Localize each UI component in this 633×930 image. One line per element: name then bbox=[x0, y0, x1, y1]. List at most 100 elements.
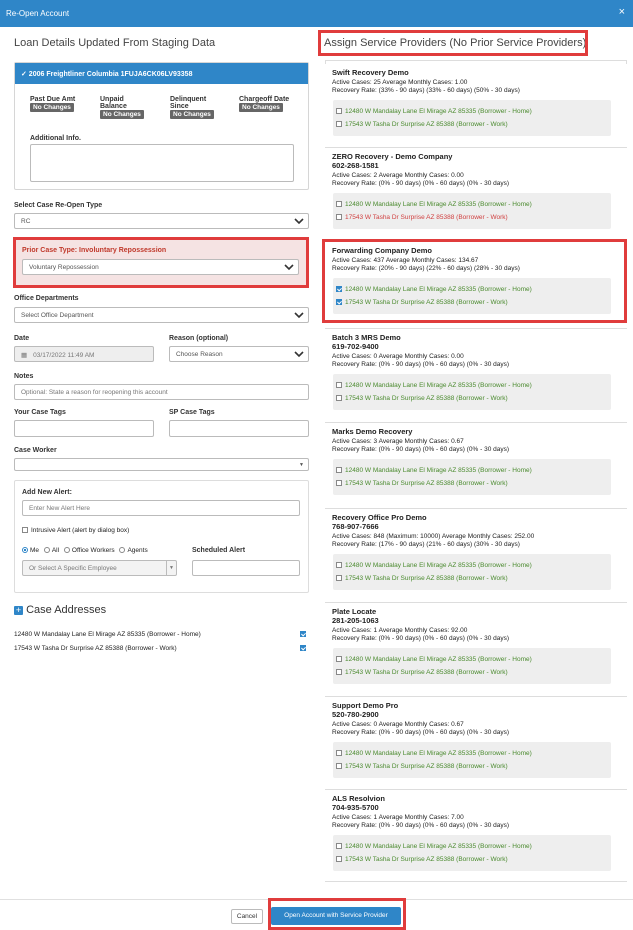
provider-card: Swift Recovery Demo Active Cases: 25 Aver… bbox=[325, 64, 627, 148]
address-checkbox[interactable] bbox=[336, 656, 342, 663]
address-checkbox[interactable] bbox=[336, 843, 342, 850]
provider-address-option[interactable]: 12480 W Mandalay Lane El Mirage AZ 85335… bbox=[333, 198, 611, 211]
intrusive-checkbox[interactable] bbox=[22, 527, 28, 534]
provider-address-option[interactable]: 12480 W Mandalay Lane El Mirage AZ 85335… bbox=[333, 559, 611, 572]
add-alert-label: Add New Alert: bbox=[22, 489, 72, 496]
provider-recovery-rate: Recovery Rate: (0% - 90 days) (0% - 60 d… bbox=[332, 729, 510, 736]
address-checkbox[interactable] bbox=[336, 480, 342, 487]
provider-address-box: 12480 W Mandalay Lane El Mirage AZ 85335… bbox=[333, 100, 611, 136]
reason-select[interactable]: Choose Reason bbox=[169, 346, 309, 362]
case-addresses-heading[interactable]: + Case Addresses bbox=[14, 604, 106, 616]
prior-case-label: Prior Case Type: Involuntary Repossessio… bbox=[22, 247, 167, 254]
additional-info-label: Additional Info. bbox=[30, 135, 81, 142]
case-address-checkbox[interactable] bbox=[300, 631, 306, 637]
provider-card: Recovery Office Pro Demo 768-907-7666 Acti… bbox=[325, 509, 627, 603]
case-worker-select[interactable]: ▼ bbox=[14, 458, 309, 471]
provider-card: Plate Locate 281-205-1063 Active Cases: 1 … bbox=[325, 603, 627, 697]
close-icon[interactable]: × bbox=[619, 6, 625, 18]
office-department-select[interactable]: Select Office Department bbox=[14, 307, 309, 323]
provider-address-box: 12480 W Mandalay Lane El Mirage AZ 85335… bbox=[333, 374, 611, 410]
scheduled-alert-input[interactable] bbox=[192, 560, 300, 576]
provider-card: ALS Resolvion 704-935-5700 Active Cases: 1… bbox=[325, 790, 627, 882]
provider-active-cases: Active Cases: 1 Average Monthly Cases: 9… bbox=[332, 627, 468, 634]
provider-name: Recovery Office Pro Demo bbox=[332, 513, 427, 522]
provider-card: Support Demo Pro 520-780-2900 Active Cases… bbox=[325, 697, 627, 790]
provider-phone: 619-702-9400 bbox=[332, 342, 379, 351]
chargeoff-date-value: No Changes bbox=[239, 103, 283, 112]
provider-recovery-rate: Recovery Rate: (0% - 90 days) (0% - 60 d… bbox=[332, 446, 510, 453]
radio-me[interactable]: Me bbox=[22, 547, 39, 554]
provider-address-option[interactable]: 17543 W Tasha Dr Surprise AZ 85388 (Borr… bbox=[333, 760, 611, 773]
address-checkbox[interactable] bbox=[336, 562, 342, 569]
address-checkbox[interactable] bbox=[336, 856, 342, 863]
radio-office-workers[interactable]: Office Workers bbox=[63, 547, 115, 554]
provider-recovery-rate: Recovery Rate: (0% - 90 days) (0% - 60 d… bbox=[332, 822, 510, 829]
additional-info-textarea[interactable] bbox=[30, 144, 294, 182]
provider-address-box: 12480 W Mandalay Lane El Mirage AZ 85335… bbox=[333, 742, 611, 778]
sp-case-tags-input[interactable] bbox=[169, 420, 309, 437]
notes-input[interactable]: Optional: State a reason for reopening t… bbox=[14, 384, 309, 400]
radio-all[interactable]: All bbox=[43, 547, 59, 554]
radio-dot-icon bbox=[22, 547, 28, 554]
provider-phone: 768-907-7666 bbox=[332, 522, 379, 531]
address-checkbox[interactable] bbox=[336, 214, 342, 221]
provider-address-option[interactable]: 17543 W Tasha Dr Surprise AZ 85388 (Borr… bbox=[333, 211, 611, 224]
address-checkbox[interactable] bbox=[336, 395, 342, 402]
radio-agents[interactable]: Agents bbox=[119, 547, 148, 554]
provider-active-cases: Active Cases: 1 Average Monthly Cases: 7… bbox=[332, 814, 464, 821]
provider-active-cases: Active Cases: 3 Average Monthly Cases: 0… bbox=[332, 438, 464, 445]
address-checkbox[interactable] bbox=[336, 750, 342, 757]
provider-address-option[interactable]: 17543 W Tasha Dr Surprise AZ 85388 (Borr… bbox=[333, 572, 611, 585]
dialog-titlebar: Re-Open Account × bbox=[0, 0, 633, 27]
calendar-icon: ▦ bbox=[21, 352, 28, 359]
case-address-checkbox[interactable] bbox=[300, 645, 306, 651]
provider-address-option[interactable]: 17543 W Tasha Dr Surprise AZ 85388 (Borr… bbox=[333, 666, 611, 679]
provider-address-option[interactable]: 17543 W Tasha Dr Surprise AZ 85388 (Borr… bbox=[333, 392, 611, 405]
chevron-down-icon bbox=[294, 312, 304, 319]
provider-address-option[interactable]: 12480 W Mandalay Lane El Mirage AZ 85335… bbox=[333, 379, 611, 392]
provider-recovery-rate: Recovery Rate: (0% - 90 days) (0% - 60 d… bbox=[332, 635, 510, 642]
notes-label: Notes bbox=[14, 373, 34, 380]
address-checkbox[interactable] bbox=[336, 382, 342, 389]
provider-name: Batch 3 MRS Demo bbox=[332, 333, 401, 342]
provider-address-option[interactable]: 12480 W Mandalay Lane El Mirage AZ 85335… bbox=[333, 653, 611, 666]
provider-address-box: 12480 W Mandalay Lane El Mirage AZ 85335… bbox=[333, 554, 611, 590]
date-field[interactable]: ▦ 03/17/2022 11:49 AM bbox=[14, 346, 154, 362]
radio-dot-icon bbox=[43, 547, 50, 554]
provider-address-box: 12480 W Mandalay Lane El Mirage AZ 85335… bbox=[333, 648, 611, 684]
provider-address-option[interactable]: 17543 W Tasha Dr Surprise AZ 85388 (Borr… bbox=[333, 118, 611, 131]
prior-case-select[interactable]: Voluntary Repossession bbox=[22, 259, 299, 275]
past-due-value: No Changes bbox=[30, 103, 74, 112]
provider-address-option[interactable]: 12480 W Mandalay Lane El Mirage AZ 85335… bbox=[333, 840, 611, 853]
delinquent-since-value: No Changes bbox=[170, 110, 214, 119]
address-checkbox[interactable] bbox=[336, 763, 342, 770]
provider-address-option[interactable]: 17543 W Tasha Dr Surprise AZ 85388 (Borr… bbox=[333, 477, 611, 490]
employee-select[interactable]: Or Select A Specific Employee ▼ bbox=[22, 560, 177, 576]
provider-address-option[interactable]: 12480 W Mandalay Lane El Mirage AZ 85335… bbox=[333, 464, 611, 477]
your-case-tags-label: Your Case Tags bbox=[14, 409, 66, 416]
chevron-down-icon bbox=[284, 264, 294, 271]
radio-dot-icon bbox=[119, 547, 126, 554]
case-address-row: 12480 W Mandalay Lane El Mirage AZ 85335… bbox=[14, 631, 309, 638]
field-delinquent-since: Delinquent Since No Changes bbox=[170, 96, 214, 119]
plus-icon[interactable]: + bbox=[14, 605, 23, 615]
new-alert-input[interactable]: Enter New Alert Here bbox=[22, 500, 300, 516]
intrusive-alert-option[interactable]: Intrusive Alert (alert by dialog box) bbox=[22, 527, 129, 534]
provider-address-option[interactable]: 12480 W Mandalay Lane El Mirage AZ 85335… bbox=[333, 105, 611, 118]
provider-recovery-rate: Recovery Rate: (33% - 90 days) (33% - 60… bbox=[332, 87, 520, 94]
provider-address-option[interactable]: 17543 W Tasha Dr Surprise AZ 85388 (Borr… bbox=[333, 853, 611, 866]
address-checkbox[interactable] bbox=[336, 669, 342, 676]
your-case-tags-input[interactable] bbox=[14, 420, 154, 437]
provider-card: Batch 3 MRS Demo 619-702-9400 Active Cases… bbox=[325, 329, 627, 423]
vehicle-card-title[interactable]: ✓ 2006 Freightliner Columbia 1FUJA6CK06L… bbox=[15, 63, 308, 84]
cancel-button[interactable]: Cancel bbox=[231, 909, 263, 924]
address-checkbox[interactable] bbox=[336, 121, 342, 128]
provider-active-cases: Active Cases: 2 Average Monthly Cases: 0… bbox=[332, 172, 464, 179]
address-checkbox[interactable] bbox=[336, 201, 342, 208]
provider-address-option[interactable]: 12480 W Mandalay Lane El Mirage AZ 85335… bbox=[333, 747, 611, 760]
address-checkbox[interactable] bbox=[336, 467, 342, 474]
field-unpaid-balance: Unpaid Balance No Changes bbox=[100, 96, 144, 119]
reopen-type-select[interactable]: RC bbox=[14, 213, 309, 229]
address-checkbox[interactable] bbox=[336, 108, 342, 115]
address-checkbox[interactable] bbox=[336, 575, 342, 582]
